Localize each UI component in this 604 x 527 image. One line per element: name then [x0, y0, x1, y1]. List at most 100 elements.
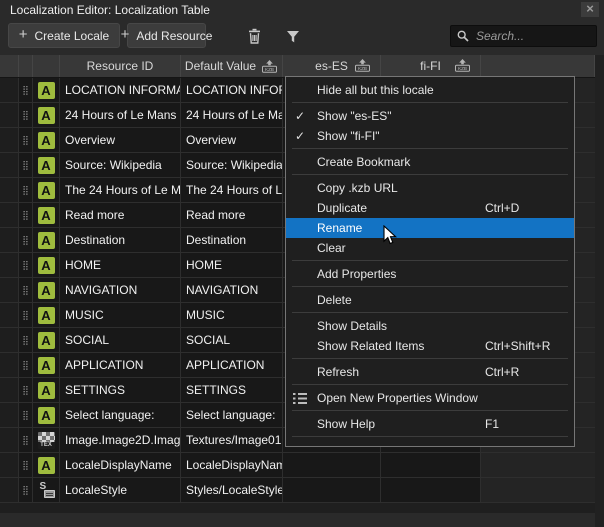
resource-id-cell[interactable]: Image.Image2D.Imag	[60, 428, 181, 453]
resource-id-cell[interactable]: LOCATION INFORMAT	[60, 78, 181, 103]
search-input[interactable]	[474, 28, 590, 44]
resource-id-cell[interactable]: Destination	[60, 228, 181, 253]
menu-item[interactable]: Add Properties	[286, 264, 574, 284]
panel-right-edge	[595, 55, 604, 527]
menu-item[interactable]: Show Help F1	[286, 414, 574, 434]
table-row[interactable]: ⣿ S LocaleStyle Styles/LocaleStyle	[0, 478, 595, 503]
menu-item[interactable]: Copy .kzb URL	[286, 178, 574, 198]
drag-handle[interactable]: ⣿	[19, 353, 33, 378]
resource-id-cell[interactable]: LocaleStyle	[60, 478, 181, 503]
header-icon-column	[33, 55, 60, 77]
menu-item-label: Delete	[317, 293, 352, 307]
drag-dots-icon: ⣿	[22, 486, 29, 495]
default-value-cell[interactable]: LocaleDisplayName	[181, 453, 283, 478]
resource-id-cell[interactable]: 24 Hours of Le Mans	[60, 103, 181, 128]
menu-item[interactable]: Rename	[286, 218, 574, 238]
resource-id-cell[interactable]: Select language:	[60, 403, 181, 428]
trash-icon	[247, 28, 262, 44]
default-value-cell[interactable]: APPLICATION	[181, 353, 283, 378]
drag-handle[interactable]: ⣿	[19, 253, 33, 278]
text-resource-icon: A	[38, 257, 55, 274]
menu-item[interactable]: ✓ Show "es-ES"	[286, 106, 574, 126]
default-value-cell[interactable]: Styles/LocaleStyle	[181, 478, 283, 503]
resource-id-cell[interactable]: Read more	[60, 203, 181, 228]
table-row[interactable]: ⣿ A LocaleDisplayName LocaleDisplayName	[0, 453, 595, 478]
drag-handle[interactable]: ⣿	[19, 278, 33, 303]
drag-handle[interactable]: ⣿	[19, 128, 33, 153]
plus-icon: +	[19, 30, 28, 40]
default-value-cell[interactable]: Overview	[181, 128, 283, 153]
fi-fi-cell[interactable]	[381, 453, 481, 478]
menu-item[interactable]: ✓ Show "fi-FI"	[286, 126, 574, 146]
menu-item[interactable]: Hide all but this locale	[286, 80, 574, 100]
menu-item[interactable]: Clear	[286, 238, 574, 258]
default-value-cell[interactable]: MUSIC	[181, 303, 283, 328]
drag-handle[interactable]: ⣿	[19, 328, 33, 353]
default-value-cell[interactable]: Destination	[181, 228, 283, 253]
resource-id-cell[interactable]: MUSIC	[60, 303, 181, 328]
drag-handle[interactable]: ⣿	[19, 478, 33, 503]
es-es-cell[interactable]	[283, 478, 381, 503]
filter-button[interactable]	[281, 25, 305, 47]
menu-item[interactable]: Create Bookmark	[286, 152, 574, 172]
default-value-cell[interactable]: Source: Wikipedia	[181, 153, 283, 178]
drag-handle[interactable]: ⣿	[19, 378, 33, 403]
fi-fi-cell[interactable]	[381, 478, 481, 503]
column-header-resource-id[interactable]: Resource ID	[60, 55, 181, 77]
create-locale-button[interactable]: + Create Locale	[8, 23, 120, 48]
close-button[interactable]: ×	[581, 2, 599, 17]
default-value-cell[interactable]: 24 Hours of Le Mans	[181, 103, 283, 128]
context-menu: Hide all but this locale ✓ Show "es-ES" …	[285, 76, 575, 447]
menu-item[interactable]: Duplicate Ctrl+D	[286, 198, 574, 218]
drag-handle[interactable]: ⣿	[19, 303, 33, 328]
drag-handle[interactable]: ⣿	[19, 178, 33, 203]
drag-handle[interactable]: ⣿	[19, 78, 33, 103]
es-es-cell[interactable]	[283, 453, 381, 478]
title-bar: Localization Editor: Localization Table …	[0, 0, 604, 20]
default-value-cell[interactable]: Select language:	[181, 403, 283, 428]
drag-handle[interactable]: ⣿	[19, 403, 33, 428]
drag-dots-icon: ⣿	[22, 261, 29, 270]
drag-handle[interactable]: ⣿	[19, 453, 33, 478]
default-value-cell[interactable]: LOCATION INFORMAT	[181, 78, 283, 103]
default-value-cell[interactable]: Read more	[181, 203, 283, 228]
resource-id-cell[interactable]: SOCIAL	[60, 328, 181, 353]
column-header-fi-fi[interactable]: fi-FI KZB	[381, 55, 481, 77]
menu-item[interactable]: Delete	[286, 290, 574, 310]
column-header-es-es[interactable]: es-ES KZB	[283, 55, 381, 77]
resource-id-cell[interactable]: Source: Wikipedia	[60, 153, 181, 178]
drag-handle[interactable]: ⣿	[19, 153, 33, 178]
resource-id-cell[interactable]: SETTINGS	[60, 378, 181, 403]
menu-item-shortcut: Ctrl+D	[485, 201, 519, 215]
drag-dots-icon: ⣿	[22, 436, 29, 445]
menu-item[interactable]: Open New Properties Window	[286, 388, 574, 408]
default-value-cell[interactable]: Textures/Image01	[181, 428, 283, 453]
delete-button[interactable]	[242, 25, 266, 47]
column-header-default-value[interactable]: Default Value KZB	[181, 55, 283, 77]
resource-id-cell[interactable]: HOME	[60, 253, 181, 278]
resource-id-cell[interactable]: NAVIGATION	[60, 278, 181, 303]
add-resource-button[interactable]: + Add Resource	[127, 23, 206, 48]
menu-item[interactable]: Show Related Items Ctrl+Shift+R	[286, 336, 574, 356]
drag-handle[interactable]: ⣿	[19, 203, 33, 228]
default-value-cell[interactable]: SOCIAL	[181, 328, 283, 353]
default-value-cell[interactable]: NAVIGATION	[181, 278, 283, 303]
properties-window-icon	[293, 393, 307, 404]
drag-dots-icon: ⣿	[22, 236, 29, 245]
default-value-cell[interactable]: The 24 Hours of Le M	[181, 178, 283, 203]
horizontal-scrollbar[interactable]	[0, 513, 604, 527]
resource-id-cell[interactable]: LocaleDisplayName	[60, 453, 181, 478]
resource-id-cell[interactable]: The 24 Hours of Le M	[60, 178, 181, 203]
drag-handle[interactable]: ⣿	[19, 428, 33, 453]
filter-icon	[286, 30, 300, 43]
default-value-cell[interactable]: HOME	[181, 253, 283, 278]
menu-item-label: Duplicate	[317, 201, 367, 215]
resource-id-cell[interactable]: Overview	[60, 128, 181, 153]
default-value-cell[interactable]: SETTINGS	[181, 378, 283, 403]
checkmark-icon: ✓	[295, 109, 305, 123]
drag-handle[interactable]: ⣿	[19, 228, 33, 253]
resource-id-cell[interactable]: APPLICATION	[60, 353, 181, 378]
drag-handle[interactable]: ⣿	[19, 103, 33, 128]
menu-item[interactable]: Refresh Ctrl+R	[286, 362, 574, 382]
menu-item[interactable]: Show Details	[286, 316, 574, 336]
